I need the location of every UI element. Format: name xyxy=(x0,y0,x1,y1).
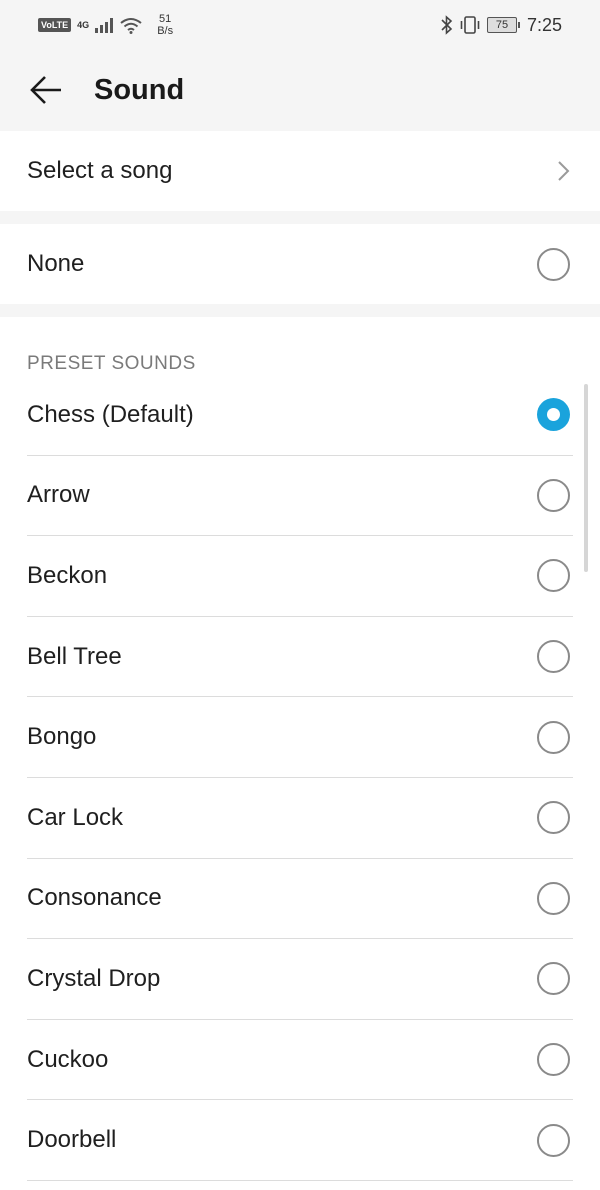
list-item[interactable]: Doorbell xyxy=(27,1100,573,1181)
none-option-row[interactable]: None xyxy=(0,224,600,304)
speed-value: 51 xyxy=(159,13,172,25)
back-button[interactable] xyxy=(28,72,64,108)
clock: 7:25 xyxy=(526,14,562,35)
sound-label: Cuckoo xyxy=(27,1045,109,1073)
preset-sounds-header: PRESET SOUNDS xyxy=(27,353,196,374)
sound-settings-screen: VoLTE 4G 51 B/s 75 7:25 Sound Select a s… xyxy=(0,0,600,1190)
arrow-left-icon xyxy=(30,76,61,104)
chevron-right-icon xyxy=(558,161,570,181)
radio-button[interactable] xyxy=(537,1043,570,1077)
app-bar: Sound xyxy=(0,50,600,130)
sound-label: Bongo xyxy=(27,723,97,751)
status-bar: VoLTE 4G 51 B/s 75 7:25 xyxy=(0,0,600,50)
none-option-label: None xyxy=(27,250,85,277)
select-song-card: Select a song xyxy=(0,131,600,211)
radio-button-selected[interactable] xyxy=(537,398,570,432)
sound-label: Crystal Drop xyxy=(27,964,161,992)
radio-button[interactable] xyxy=(537,640,570,674)
radio-button[interactable] xyxy=(537,962,570,996)
list-item[interactable]: Cuckoo xyxy=(27,1020,573,1101)
radio-button[interactable] xyxy=(537,801,570,835)
list-item[interactable]: Beckon xyxy=(27,536,573,617)
sound-label: Beckon xyxy=(27,561,108,589)
sound-label: Consonance xyxy=(27,884,162,912)
list-item[interactable]: Consonance xyxy=(27,859,573,940)
vibrate-icon xyxy=(460,16,480,34)
preset-sounds-card: PRESET SOUNDS Chess (Default) Arrow Beckon… xyxy=(0,317,600,1190)
radio-button[interactable] xyxy=(537,559,570,593)
sound-label: Doorbell xyxy=(27,1126,117,1154)
sound-label: Car Lock xyxy=(27,803,124,831)
radio-button[interactable] xyxy=(537,247,570,281)
signal-icon xyxy=(95,17,114,33)
sound-label: Chess (Default) xyxy=(27,400,194,428)
volte-icon: VoLTE xyxy=(38,18,72,32)
speed-unit: B/s xyxy=(157,25,174,37)
radio-button[interactable] xyxy=(537,478,570,512)
sound-label: Bell Tree xyxy=(27,642,122,670)
page-title: Sound xyxy=(94,73,185,106)
network-type: 4G xyxy=(77,19,90,30)
status-left: VoLTE 4G 51 B/s xyxy=(38,13,173,37)
list-item[interactable]: Arrow xyxy=(27,456,573,537)
select-song-label: Select a song xyxy=(27,157,173,184)
none-option-card: None xyxy=(0,224,600,304)
select-song-row[interactable]: Select a song xyxy=(0,131,600,211)
radio-button[interactable] xyxy=(537,720,570,754)
list-item[interactable]: Bongo xyxy=(27,697,573,778)
network-speed: 51 B/s xyxy=(157,13,173,37)
preset-sounds-list: Chess (Default) Arrow Beckon Bell Tree Bongo… xyxy=(0,375,600,1181)
list-item[interactable]: Chess (Default) xyxy=(27,375,573,456)
wifi-icon xyxy=(120,18,142,34)
list-item[interactable]: Bell Tree xyxy=(27,617,573,698)
status-right: 75 7:25 xyxy=(441,15,562,36)
list-item[interactable]: Crystal Drop xyxy=(27,939,573,1020)
radio-button[interactable] xyxy=(537,1123,570,1157)
scrollbar[interactable] xyxy=(584,384,588,572)
battery-icon: 75 xyxy=(486,17,520,33)
radio-button[interactable] xyxy=(537,881,570,915)
sound-label: Arrow xyxy=(27,481,90,509)
list-item[interactable]: Car Lock xyxy=(27,778,573,859)
bluetooth-icon xyxy=(441,15,453,35)
